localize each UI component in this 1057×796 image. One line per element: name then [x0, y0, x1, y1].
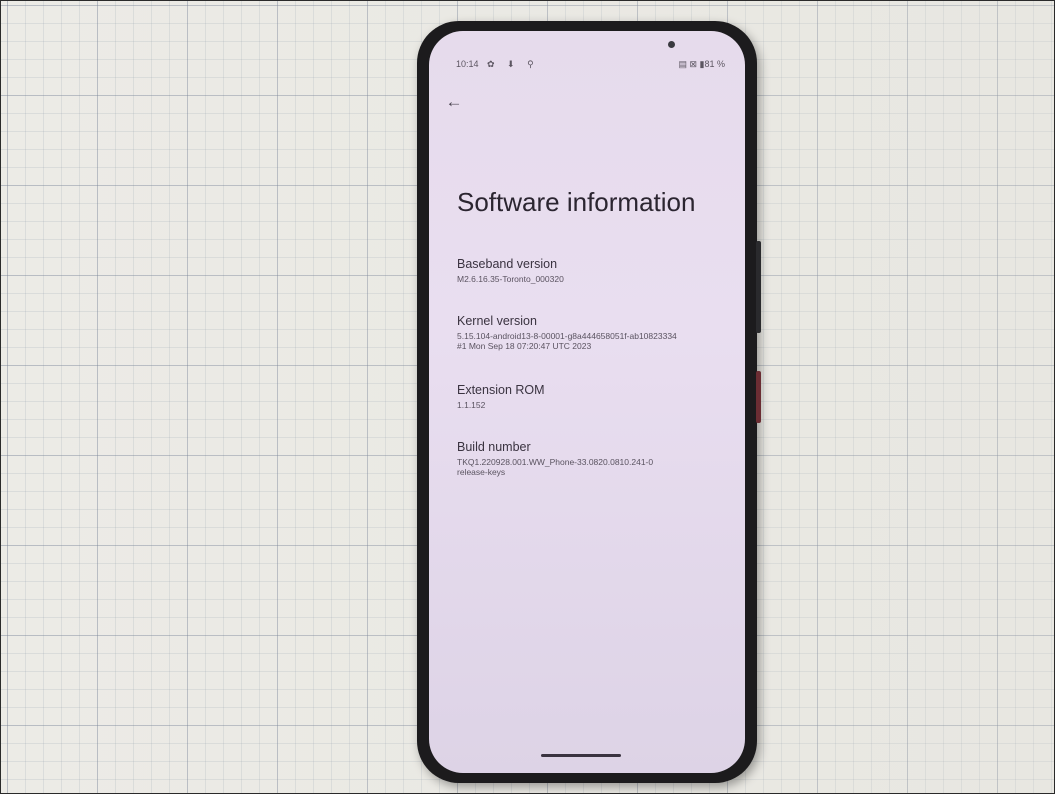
notification-icons: ✿ ⬇ ⚲ — [487, 59, 539, 69]
back-arrow-icon[interactable]: ← — [441, 89, 467, 115]
page-title: Software information — [457, 187, 696, 217]
build-number-item[interactable]: Build number TKQ1.220928.001.WW_Phone-33… — [457, 440, 653, 477]
kernel-version-label: Kernel version — [457, 314, 537, 328]
photo-background: 10:14 ✿ ⬇ ⚲ ▤ ⊠ ▮81 % ← Software informa… — [0, 0, 1055, 794]
kernel-version-item[interactable]: Kernel version 5.15.104-android13-8-0000… — [457, 314, 677, 351]
phone-screen: 10:14 ✿ ⬇ ⚲ ▤ ⊠ ▮81 % ← Software informa… — [429, 31, 745, 773]
battery-status: ▤ ⊠ ▮81 % — [678, 59, 725, 69]
power-button — [756, 371, 761, 423]
build-number-value: TKQ1.220928.001.WW_Phone-33.0820.0810.24… — [457, 457, 654, 477]
build-number-label: Build number — [457, 440, 531, 454]
extension-rom-label: Extension ROM — [457, 383, 545, 397]
phone-device: 10:14 ✿ ⬇ ⚲ ▤ ⊠ ▮81 % ← Software informa… — [417, 21, 761, 783]
gesture-navigation-handle[interactable] — [541, 754, 621, 757]
volume-button — [756, 241, 761, 333]
extension-rom-item[interactable]: Extension ROM 1.1.152 — [457, 383, 545, 410]
status-time: 10:14 — [456, 59, 479, 69]
status-bar: 10:14 ✿ ⬇ ⚲ ▤ ⊠ ▮81 % — [429, 59, 745, 73]
kernel-version-value: 5.15.104-android13-8-00001-g8a444658051f… — [457, 331, 677, 351]
baseband-version-label: Baseband version — [457, 257, 558, 271]
baseband-version-value: M2.6.16.35-Toronto_000320 — [457, 274, 564, 284]
baseband-version-item[interactable]: Baseband version M2.6.16.35-Toronto_0003… — [457, 257, 564, 284]
extension-rom-value: 1.1.152 — [457, 400, 486, 410]
front-camera-icon — [668, 41, 675, 48]
